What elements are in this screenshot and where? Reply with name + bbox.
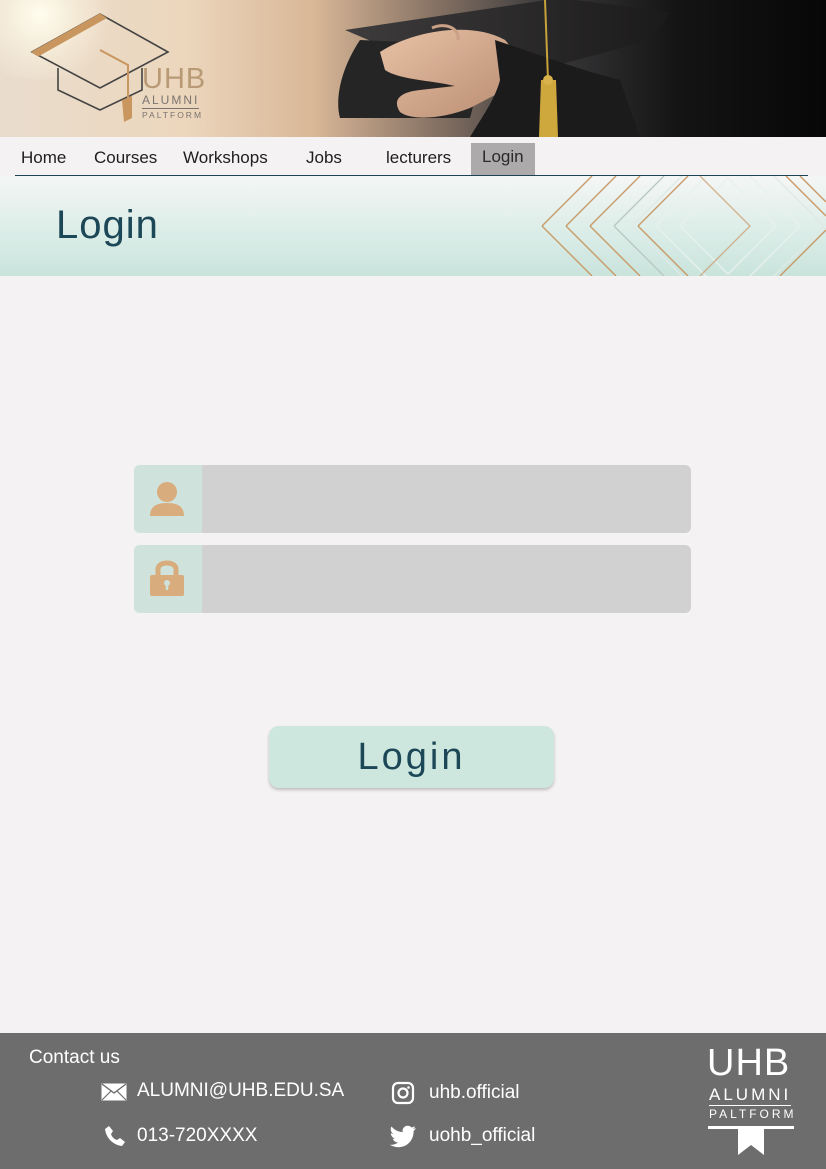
username-input[interactable] [202, 465, 691, 533]
phone-icon [105, 1126, 125, 1146]
instagram-icon [391, 1081, 415, 1105]
contact-instagram[interactable]: uhb.official [429, 1081, 520, 1105]
password-icon-cell [134, 545, 202, 613]
lock-icon [150, 560, 184, 596]
footer-logo-alumni: ALUMNI [709, 1085, 792, 1106]
login-button[interactable]: Login [269, 726, 554, 788]
nav-courses[interactable]: Courses [94, 147, 157, 169]
contact-twitter[interactable]: uohb_official [429, 1124, 535, 1148]
logo-uhb-text: UHB [142, 63, 207, 95]
decorative-diamond-pattern [541, 176, 826, 276]
user-icon [150, 482, 184, 516]
logo-alumni-text: ALUMNI [142, 93, 200, 109]
nav-workshops[interactable]: Workshops [183, 147, 268, 169]
twitter-icon [389, 1125, 416, 1148]
bookmark-icon [738, 1128, 764, 1155]
username-icon-cell [134, 465, 202, 533]
footer-logo-platform: PALTFORM [709, 1107, 797, 1121]
hero-banner: UHB ALUMNI PALTFORM [0, 0, 826, 137]
logo-platform-text: PALTFORM [142, 110, 204, 120]
username-field [134, 465, 691, 533]
nav-jobs[interactable]: Jobs [306, 147, 342, 169]
mail-icon [101, 1083, 127, 1101]
contact-phone[interactable]: 013-720XXXX [137, 1124, 257, 1148]
footer-logo-uhb: UHB [707, 1042, 791, 1084]
contact-email[interactable]: ALUMNI@UHB.EDU.SA [137, 1079, 344, 1103]
password-field [134, 545, 691, 613]
nav-lecturers[interactable]: lecturers [386, 147, 451, 169]
nav-login[interactable]: Login [471, 143, 535, 175]
contact-us-heading: Contact us [29, 1047, 120, 1068]
password-input[interactable] [202, 545, 691, 613]
page-title: Login [56, 203, 159, 247]
page-title-banner: Login [0, 176, 826, 276]
nav-home[interactable]: Home [21, 147, 66, 169]
